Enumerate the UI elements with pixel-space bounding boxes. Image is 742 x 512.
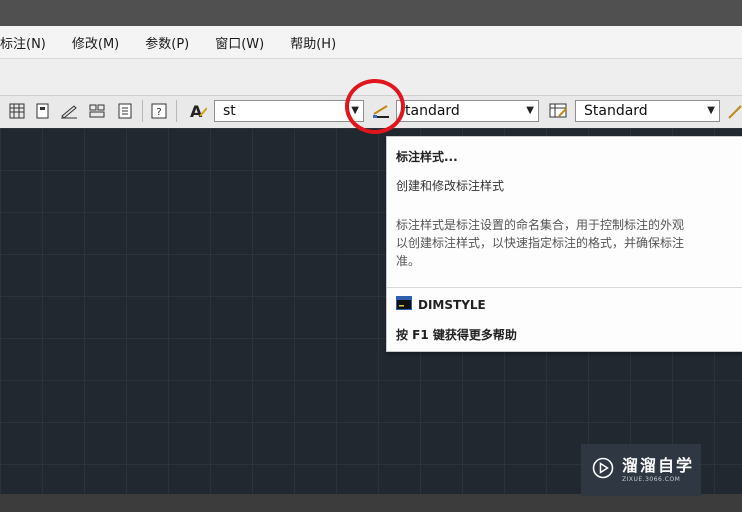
text-style-value: st — [223, 103, 236, 119]
svg-text:?: ? — [156, 107, 161, 118]
chevron-down-icon[interactable]: ▼ — [526, 101, 534, 121]
highlight-circle — [345, 79, 405, 134]
watermark-url: ZIXUE.3066.COM — [622, 475, 681, 483]
play-icon — [592, 457, 614, 483]
tooltip-divider — [387, 287, 742, 288]
tooltip-subtitle: 创建和修改标注样式 — [396, 179, 505, 193]
tooltip-description-line: 标注样式是标注设置的命名集合，用于控制标注的外观 — [396, 218, 685, 232]
menu-bar: 标注(N) 修改(M) 参数(P) 窗口(W) 帮助(H) — [0, 26, 742, 59]
text-style-icon[interactable]: A — [189, 102, 207, 120]
multileader-style-icon[interactable] — [726, 102, 742, 120]
command-line-icon — [396, 296, 412, 313]
status-bar — [0, 494, 742, 512]
command-name: DIMSTYLE — [418, 297, 486, 312]
tool-palette-icon[interactable] — [88, 102, 106, 120]
tooltip-help: 按 F1 键获得更多帮助 — [396, 328, 517, 342]
grid-icon[interactable] — [8, 102, 26, 120]
menu-help[interactable]: 帮助(H) — [290, 33, 336, 52]
text-style-combo[interactable]: st ▼ — [214, 100, 364, 122]
table-style-icon[interactable] — [549, 102, 567, 120]
chevron-down-icon[interactable]: ▼ — [707, 101, 715, 121]
watermark-name: 溜溜自学 — [622, 455, 695, 475]
tooltip-description-line: 准。 — [396, 254, 421, 268]
menu-modify[interactable]: 修改(M) — [72, 33, 119, 52]
table-style-combo[interactable]: Standard ▼ — [575, 100, 720, 122]
block-icon[interactable] — [34, 102, 52, 120]
dimension-style-combo[interactable]: tandard ▼ — [396, 100, 539, 122]
tooltip-title: 标注样式... — [396, 150, 458, 164]
tooltip-popup: 标注样式... 创建和修改标注样式 标注样式是标注设置的命名集合，用于控制标注的… — [386, 136, 742, 352]
calculator-icon[interactable] — [116, 102, 134, 120]
watermark-logo: 溜溜自学 ZIXUE.3066.COM — [581, 444, 701, 496]
tooltip-description-line: 以创建标注样式，以快速指定标注的格式，并确保标注 — [396, 236, 685, 250]
tooltip-command: DIMSTYLE — [396, 296, 486, 313]
tooltip-description: 标注样式是标注设置的命名集合，用于控制标注的外观 以创建标注样式，以快速指定标注… — [396, 216, 742, 270]
dimension-style-value: tandard — [405, 103, 460, 119]
menu-window[interactable]: 窗口(W) — [215, 33, 264, 52]
menu-dimension[interactable]: 标注(N) — [0, 33, 46, 52]
svg-text:A: A — [190, 102, 203, 120]
title-bar — [0, 0, 742, 26]
help-icon[interactable]: ? — [150, 102, 168, 120]
menu-parametric[interactable]: 参数(P) — [145, 33, 189, 52]
table-style-value: Standard — [584, 103, 648, 119]
pencil-icon[interactable] — [60, 102, 78, 120]
